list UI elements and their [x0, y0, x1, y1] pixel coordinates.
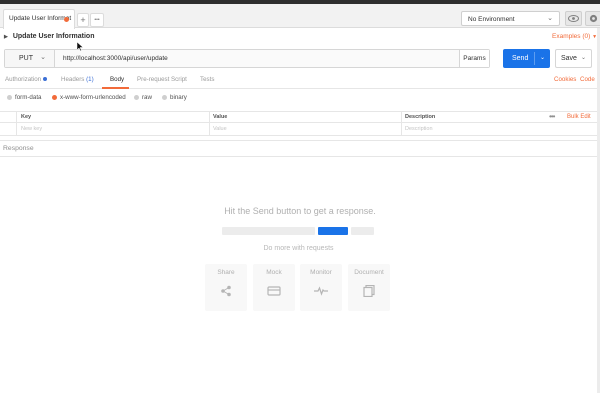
request-name-header[interactable]: ▶ Update User Information	[4, 33, 95, 40]
active-tab-indicator	[102, 87, 129, 89]
radio-urlencoded-label: x-www-form-urlencoded	[60, 94, 126, 101]
column-divider	[209, 112, 210, 122]
save-options-chevron-icon[interactable]: ⌄	[581, 50, 586, 67]
kv-options-button[interactable]: •••	[549, 112, 555, 121]
params-button[interactable]: Params	[459, 50, 489, 67]
radio-raw[interactable]: raw	[134, 94, 152, 101]
request-tab[interactable]: Update User Informat	[3, 9, 75, 29]
mock-icon	[267, 286, 281, 296]
chevron-down-icon: ⌄	[40, 54, 46, 61]
mock-label: Mock	[266, 269, 282, 276]
description-column-header: Description	[405, 114, 436, 120]
tab-headers[interactable]: Headers (1)	[61, 76, 94, 83]
new-tab-button[interactable]: +	[77, 13, 89, 27]
request-name: Update User Information	[12, 33, 95, 40]
response-header: Response	[0, 140, 600, 157]
gear-icon	[589, 14, 598, 23]
send-options-chevron-icon[interactable]: ⌄	[540, 49, 545, 68]
code-link[interactable]: Code	[580, 76, 595, 83]
radio-selected-circle-icon	[52, 94, 57, 100]
headers-count: (1)	[86, 76, 94, 83]
share-icon	[221, 285, 231, 297]
column-divider	[209, 123, 210, 135]
document-card[interactable]: Document	[348, 264, 390, 311]
send-label: Send	[512, 55, 529, 62]
do-more-label: Do more with requests	[263, 245, 334, 252]
tab-options-button[interactable]: •••	[90, 13, 104, 27]
tab-headers-label: Headers	[61, 76, 85, 83]
request-url-bar: PUT ⌄ http://localhost:3000/api/user/upd…	[4, 49, 490, 68]
placeholder-bar-accent	[318, 227, 348, 235]
request-tab-label: Update User Informat	[9, 15, 72, 22]
column-divider	[401, 112, 402, 122]
eye-icon	[568, 15, 579, 22]
chevron-down-icon: ⌄	[547, 15, 553, 22]
radio-binary-label: binary	[170, 94, 187, 101]
placeholder-bar	[222, 227, 315, 235]
examples-label: Examples (0)	[552, 33, 591, 40]
method-select[interactable]: PUT ⌄	[5, 50, 55, 67]
unsaved-dot-icon	[64, 17, 69, 22]
save-button[interactable]: Save ⌄	[555, 49, 592, 68]
table-row: New key Value Description	[0, 123, 600, 136]
send-divider	[534, 52, 535, 65]
radio-binary[interactable]: binary	[162, 94, 187, 101]
tab-tests[interactable]: Tests	[200, 76, 214, 83]
new-key-input[interactable]: New key	[21, 126, 42, 132]
collapse-triangle-icon: ▶	[4, 34, 8, 40]
cookies-link[interactable]: Cookies	[554, 76, 576, 83]
radio-form-data-label: form-data	[15, 94, 42, 101]
environment-select-value: No Environment	[468, 16, 515, 23]
kv-table-header: Key Value Description ••• Bulk Edit	[0, 111, 600, 123]
examples-dropdown[interactable]: Examples (0) ▼	[552, 33, 597, 40]
column-divider	[16, 123, 17, 135]
method-value: PUT	[19, 55, 33, 62]
placeholder-bar	[351, 227, 374, 235]
save-label: Save	[561, 55, 577, 62]
request-subtabs: Authorization Headers (1) Body Pre-reque…	[0, 72, 600, 89]
monitor-label: Monitor	[310, 269, 332, 276]
new-description-input[interactable]: Description	[405, 126, 433, 132]
url-input[interactable]: http://localhost:3000/api/user/update	[63, 55, 168, 62]
radio-circle-icon	[7, 94, 12, 100]
tab-body[interactable]: Body	[110, 76, 124, 83]
new-value-input[interactable]: Value	[213, 126, 227, 132]
environment-quick-look-button[interactable]	[565, 11, 582, 26]
radio-circle-icon	[162, 94, 167, 100]
share-card[interactable]: Share	[205, 264, 247, 311]
value-column-header: Value	[213, 114, 228, 120]
mouse-cursor-icon	[77, 42, 83, 51]
body-mode-radios: form-data x-www-form-urlencoded raw bina…	[0, 92, 600, 106]
column-divider	[16, 112, 17, 122]
radio-circle-icon	[134, 94, 139, 100]
radio-form-data[interactable]: form-data	[7, 94, 41, 101]
key-column-header: Key	[21, 114, 32, 120]
bulk-edit-link[interactable]: Bulk Edit	[567, 114, 591, 120]
tab-authorization[interactable]: Authorization	[5, 76, 48, 83]
document-icon	[363, 285, 375, 297]
radio-x-www-form-urlencoded[interactable]: x-www-form-urlencoded	[52, 94, 126, 101]
response-label: Response	[3, 145, 34, 152]
tab-prerequest-script[interactable]: Pre-request Script	[137, 76, 187, 83]
column-divider	[401, 123, 402, 135]
manage-environments-button[interactable]	[585, 11, 600, 26]
send-button[interactable]: Send ⌄	[503, 49, 550, 68]
monitor-card[interactable]: Monitor	[300, 264, 342, 311]
monitor-icon	[314, 286, 328, 296]
mock-card[interactable]: Mock	[253, 264, 295, 311]
auth-indicator-dot-icon	[43, 77, 48, 82]
tab-authorization-label: Authorization	[5, 76, 42, 83]
empty-response-message: Hit the Send button to get a response.	[224, 206, 376, 216]
radio-raw-label: raw	[142, 94, 152, 101]
tab-bar: Update User Informat + ••• No Environmen…	[0, 4, 600, 29]
share-label: Share	[217, 269, 235, 276]
document-label: Document	[354, 269, 384, 276]
environment-select[interactable]: No Environment ⌄	[461, 11, 560, 26]
